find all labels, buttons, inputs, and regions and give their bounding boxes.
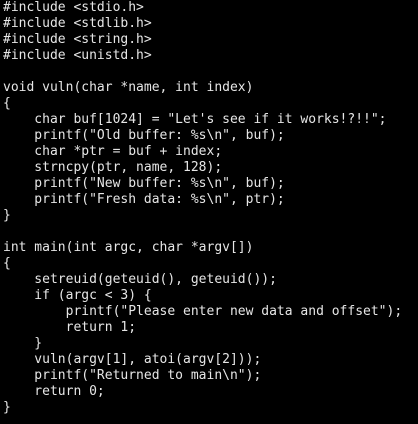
code-line: void vuln(char *name, int index) (3, 80, 254, 95)
code-line: printf("Fresh data: %s\n", ptr); (3, 192, 285, 207)
code-line: int main(int argc, char *argv[]) (3, 240, 254, 255)
code-line: } (3, 208, 11, 223)
code-line: printf("Returned to main\n"); (3, 368, 262, 383)
source-code-listing[interactable]: #include <stdio.h> #include <stdlib.h> #in… (3, 0, 418, 416)
code-line: char buf[1024] = "Let's see if it works!… (3, 112, 387, 127)
terminal-window[interactable]: #include <stdio.h> #include <stdlib.h> #in… (0, 0, 418, 424)
code-line: #include <stdlib.h> (3, 16, 152, 31)
code-line: #include <stdio.h> (3, 0, 144, 15)
code-line: { (3, 96, 11, 111)
code-line: printf("Old buffer: %s\n", buf); (3, 128, 285, 143)
code-line: vuln(argv[1], atoi(argv[2])); (3, 352, 262, 367)
code-line: setreuid(geteuid(), geteuid()); (3, 272, 277, 287)
code-line: printf("New buffer: %s\n", buf); (3, 176, 285, 191)
code-line: #include <string.h> (3, 32, 152, 47)
code-line: } (3, 400, 11, 415)
code-line: printf("Please enter new data and offset… (3, 304, 403, 319)
code-line: #include <unistd.h> (3, 48, 152, 63)
code-line: strncpy(ptr, name, 128); (3, 160, 223, 175)
code-line: { (3, 256, 11, 271)
code-line: if (argc < 3) { (3, 288, 152, 303)
code-line: char *ptr = buf + index; (3, 144, 223, 159)
code-line: return 0; (3, 384, 105, 399)
code-line: } (3, 336, 43, 351)
code-line: return 1; (3, 320, 137, 335)
